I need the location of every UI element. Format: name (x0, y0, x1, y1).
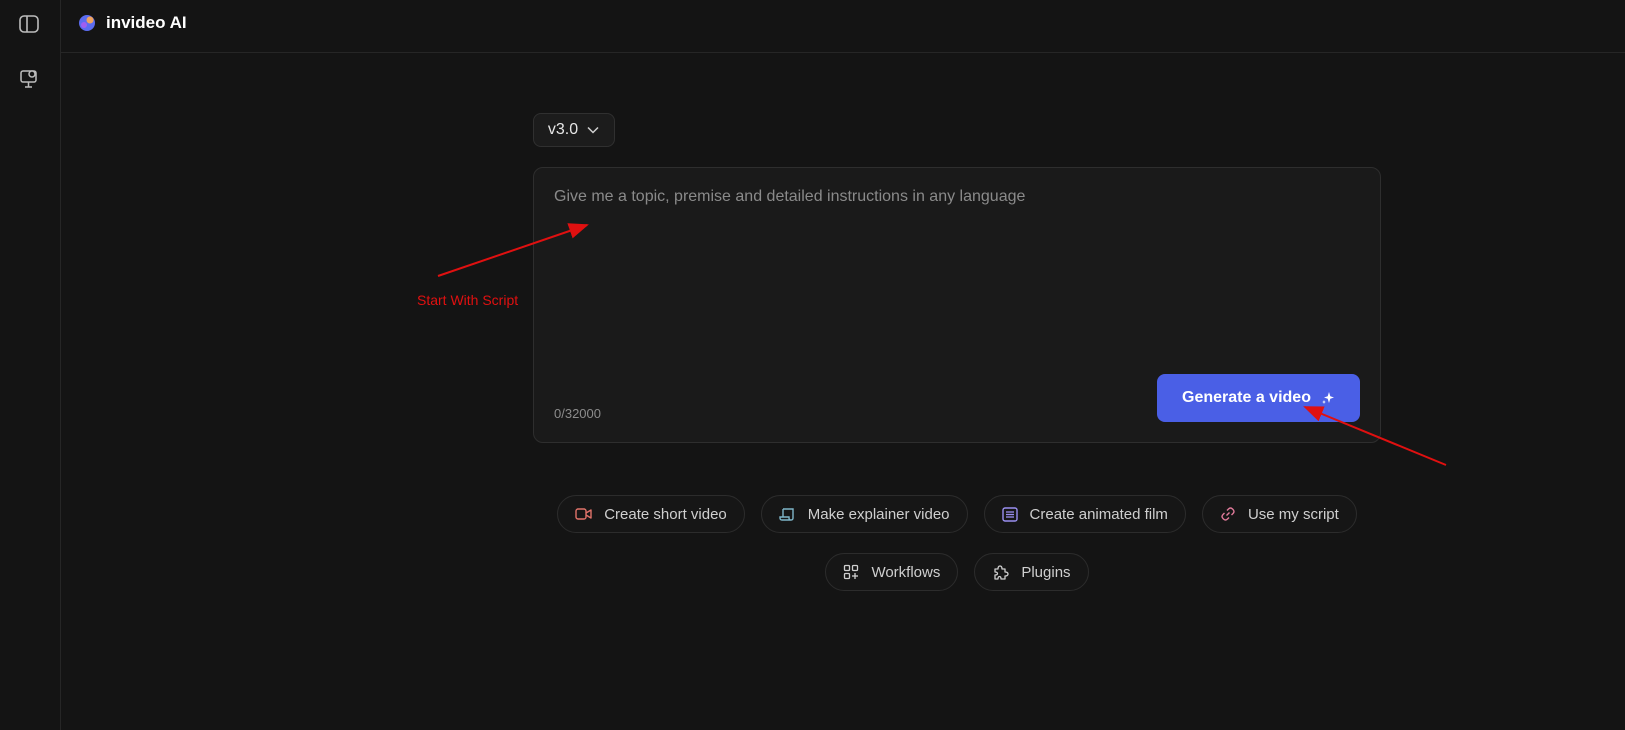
link-icon (1221, 507, 1235, 521)
grid-plus-icon (844, 564, 859, 580)
chip-label: Make explainer video (807, 505, 950, 523)
presentation-button[interactable] (14, 64, 44, 94)
video-camera-icon (575, 508, 592, 520)
generate-video-button[interactable]: Generate a video (1157, 374, 1360, 422)
chip-label: Plugins (1021, 563, 1071, 581)
sparkle-icon (1321, 392, 1334, 404)
prompt-card: 0/32000 Generate a video (533, 167, 1381, 443)
quick-actions-row-1: Create short video Make explainer video … (533, 495, 1381, 533)
version-value: v3.0 (547, 121, 579, 138)
sidebar-toggle-icon (19, 15, 39, 33)
make-explainer-video-button[interactable]: Make explainer video (760, 495, 968, 533)
annotation-label: Start With Script (417, 292, 519, 308)
presentation-icon (20, 70, 37, 88)
workflows-button[interactable]: Workflows (825, 553, 959, 591)
sidebar-toggle-button[interactable] (14, 9, 44, 39)
chevron-down-icon (587, 126, 599, 134)
prompt-input[interactable] (554, 188, 1354, 348)
brand-name: invideo AI (106, 13, 187, 32)
version-select[interactable]: v3.0 (533, 113, 615, 147)
character-count: 0/32000 (554, 406, 601, 421)
list-icon (1001, 506, 1018, 522)
generate-video-label: Generate a video (1182, 389, 1311, 406)
create-animated-film-button[interactable]: Create animated film (983, 495, 1186, 533)
chip-label: Create animated film (1029, 505, 1168, 523)
sidebar (0, 0, 61, 730)
scroll-icon (779, 507, 794, 521)
chip-label: Use my script (1247, 505, 1339, 523)
create-short-video-button[interactable]: Create short video (557, 495, 745, 533)
quick-actions-row-2: Workflows Plugins (533, 553, 1381, 591)
brand[interactable]: invideo AI (77, 13, 187, 33)
use-my-script-button[interactable]: Use my script (1201, 495, 1357, 533)
top-header: invideo AI (61, 0, 1625, 53)
puzzle-icon (994, 564, 1009, 580)
invideo-logo-icon (79, 15, 95, 31)
chip-label: Workflows (871, 563, 941, 581)
chip-label: Create short video (604, 505, 727, 523)
plugins-button[interactable]: Plugins (974, 553, 1089, 591)
